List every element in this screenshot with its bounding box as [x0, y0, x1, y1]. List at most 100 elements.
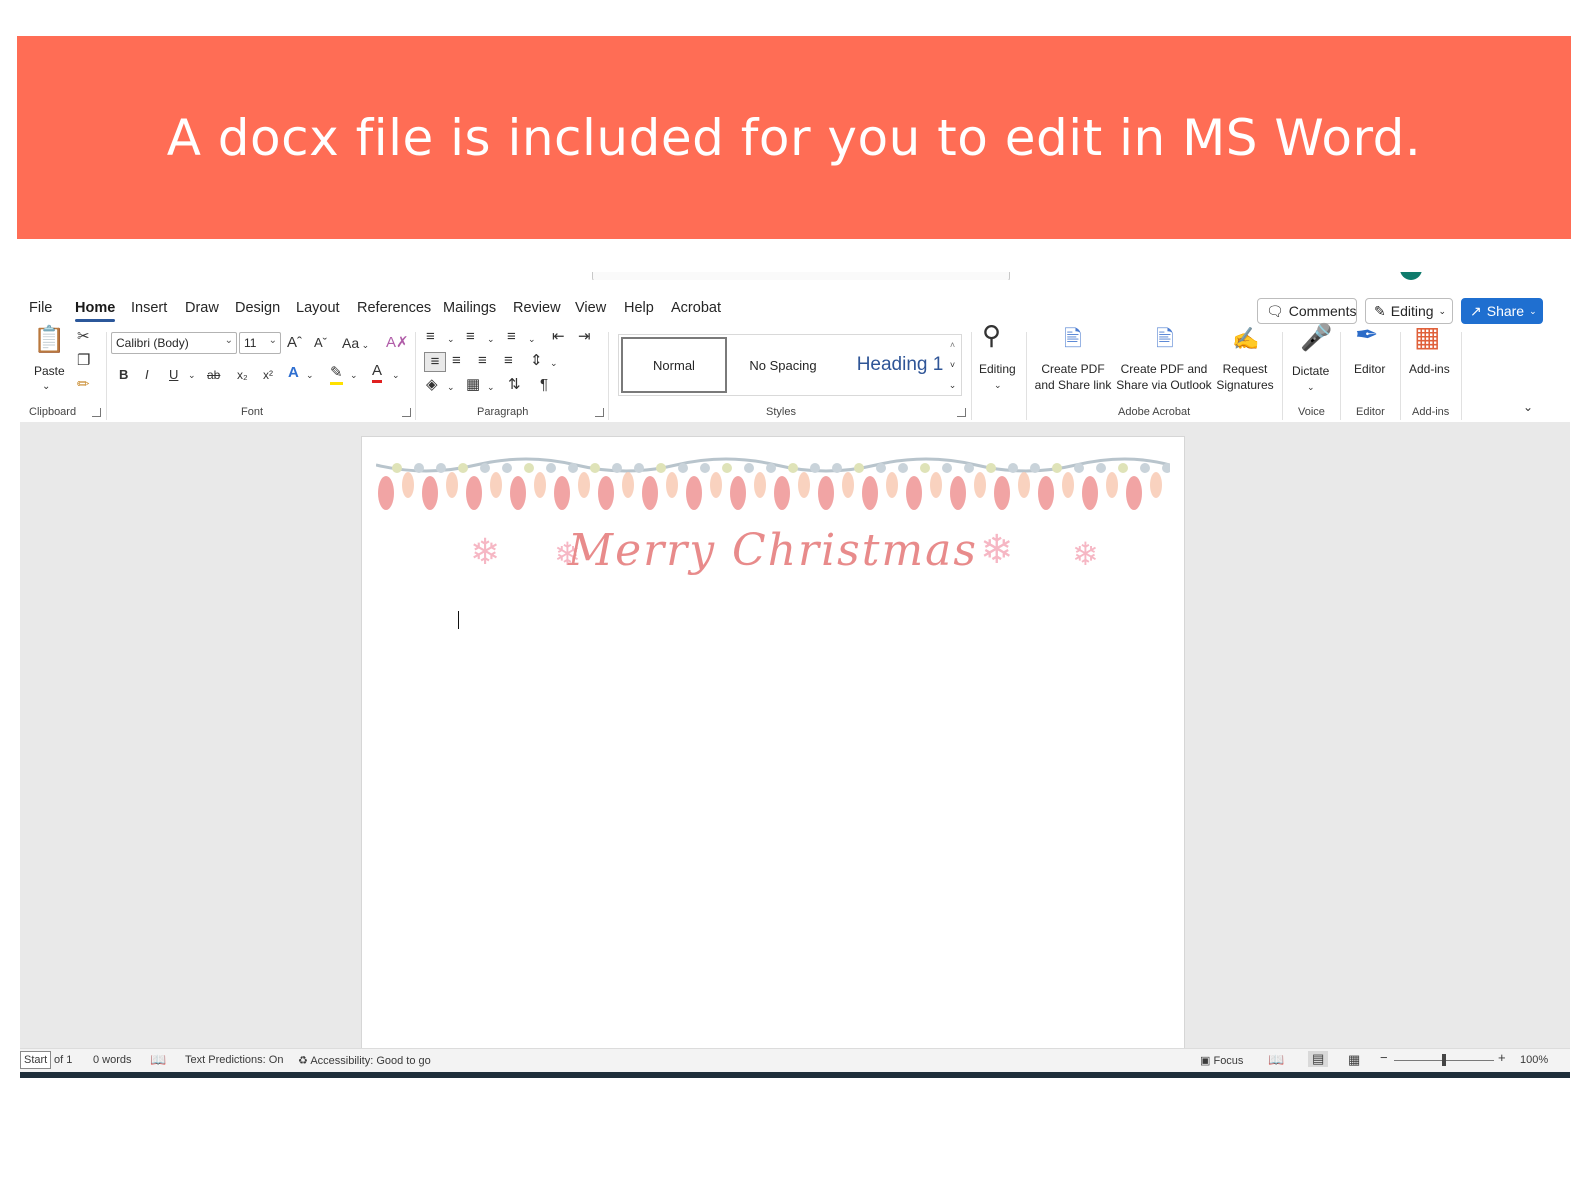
pilcrow-icon[interactable]: ¶ [540, 376, 548, 394]
chevron-down-icon[interactable]: ⌄ [447, 378, 455, 396]
chevron-down-icon[interactable]: ⌄ [188, 366, 196, 384]
subscript-icon[interactable]: x₂ [237, 366, 248, 384]
style-normal[interactable]: Normal [621, 337, 727, 393]
request-signatures-button[interactable]: Request Signatures [1216, 361, 1274, 393]
text-predictions-status[interactable]: Text Predictions: On [185, 1054, 283, 1066]
search-box[interactable] [592, 272, 1010, 280]
bullets-icon[interactable]: ≡ [426, 328, 435, 346]
shrink-font-icon[interactable]: Aˇ [314, 334, 327, 352]
tab-draw[interactable]: Draw [185, 300, 219, 316]
word-count[interactable]: 0 words [93, 1054, 132, 1066]
justify-icon[interactable]: ≡ [504, 352, 513, 370]
tab-view[interactable]: View [575, 300, 606, 316]
increase-indent-icon[interactable]: ⇥ [578, 328, 591, 346]
create-pdf-link-icon[interactable]: 🖹 [1064, 328, 1082, 350]
accessibility-status[interactable]: ♻ Accessibility: Good to go [298, 1054, 431, 1067]
style-heading-1[interactable]: Heading 1 [839, 335, 961, 395]
create-pdf-outlook-icon[interactable]: 🖹 [1156, 328, 1174, 350]
clear-formatting-icon[interactable]: A✗ [386, 334, 409, 352]
change-case-button[interactable]: Aa ⌄ [342, 334, 369, 354]
dictate-button[interactable]: Dictate [1292, 363, 1329, 379]
create-pdf-outlook-button[interactable]: Create PDF and Share via Outlook [1116, 361, 1212, 393]
align-left-icon[interactable]: ≡ [424, 352, 446, 372]
grow-font-icon[interactable]: Aˆ [287, 334, 302, 352]
chevron-up-icon[interactable]: ˄ [944, 335, 961, 355]
tab-references[interactable]: References [357, 300, 431, 316]
decrease-indent-icon[interactable]: ⇤ [552, 328, 565, 346]
avatar[interactable] [1400, 272, 1422, 280]
paragraph-launcher-icon[interactable] [595, 408, 604, 417]
proofing-icon[interactable]: 📖 [150, 1052, 166, 1068]
format-painter-icon[interactable]: ✏ [77, 376, 90, 394]
tab-design[interactable]: Design [235, 300, 280, 316]
tab-review[interactable]: Review [513, 300, 561, 316]
font-launcher-icon[interactable] [402, 408, 411, 417]
copy-icon[interactable]: ❐ [77, 352, 90, 370]
font-family-select[interactable]: Calibri (Body) ⌄ [111, 332, 237, 354]
chevron-down-icon[interactable]: ⌄ [994, 376, 1002, 394]
web-layout-icon[interactable]: ▦ [1348, 1052, 1360, 1068]
font-size-select[interactable]: 11 ⌄ [239, 332, 281, 354]
start-button[interactable]: Start [20, 1051, 52, 1069]
multilevel-list-icon[interactable]: ≡ [507, 328, 516, 346]
search-icon[interactable]: ⚲ [982, 322, 1001, 348]
focus-button[interactable]: ▣ Focus [1200, 1054, 1243, 1067]
underline-icon[interactable]: U [169, 366, 178, 384]
styles-scroll[interactable]: ˄ ˅ ⌄ [944, 334, 962, 396]
addins-button[interactable]: Add-ins [1409, 361, 1450, 377]
tab-mailings[interactable]: Mailings [443, 300, 496, 316]
microphone-icon[interactable]: 🎤 [1300, 324, 1332, 350]
zoom-out-icon[interactable]: − [1380, 1050, 1388, 1065]
chevron-down-icon[interactable]: ⌄ [350, 366, 358, 384]
tab-layout[interactable]: Layout [296, 300, 340, 316]
create-pdf-share-link-button[interactable]: Create PDF and Share link [1034, 361, 1112, 393]
read-mode-icon[interactable]: 📖 [1268, 1052, 1284, 1068]
tab-insert[interactable]: Insert [131, 300, 167, 316]
line-spacing-icon[interactable]: ⇕ [530, 352, 543, 370]
cut-icon[interactable]: ✂ [77, 328, 90, 346]
numbering-icon[interactable]: ≡ [466, 328, 475, 346]
chevron-down-icon[interactable]: ⌄ [487, 330, 495, 348]
font-color-icon[interactable]: A [372, 362, 383, 383]
zoom-slider-thumb[interactable] [1442, 1054, 1446, 1066]
chevron-down-icon[interactable]: ⌄ [306, 366, 314, 384]
strikethrough-icon[interactable]: ab [207, 366, 220, 384]
shading-icon[interactable]: ◈ [426, 376, 438, 394]
chevron-down-icon[interactable]: ⌄ [487, 378, 495, 396]
clipboard-launcher-icon[interactable] [92, 408, 101, 417]
signature-icon[interactable]: ✍ [1232, 328, 1259, 350]
zoom-in-icon[interactable]: + [1498, 1050, 1506, 1065]
chevron-down-icon[interactable]: ⌄ [42, 378, 50, 396]
chevron-down-icon[interactable]: ⌄ [392, 366, 400, 384]
editing-button[interactable]: Editing [979, 361, 1016, 377]
document-page[interactable]: ❄ ❄ ❄ ❄ Merry Christmas [362, 437, 1184, 1077]
share-button[interactable]: ↗ Share ⌄ [1461, 298, 1543, 324]
collapse-ribbon-icon[interactable]: ⌄ [1523, 398, 1533, 416]
tab-acrobat[interactable]: Acrobat [671, 300, 721, 316]
comments-button[interactable]: 🗨 Comments [1257, 298, 1357, 324]
chevron-down-icon[interactable]: ⌄ [1307, 378, 1315, 396]
editor-pen-icon[interactable]: ✒ [1355, 321, 1378, 349]
page-count[interactable]: of 1 [54, 1054, 72, 1066]
style-no-spacing[interactable]: No Spacing [729, 335, 837, 395]
more-styles-icon[interactable]: ⌄ [944, 375, 961, 395]
chevron-down-icon[interactable]: ⌄ [528, 330, 536, 348]
paste-button[interactable]: Paste [34, 363, 65, 379]
styles-launcher-icon[interactable] [957, 408, 966, 417]
bold-icon[interactable]: B [119, 366, 128, 384]
chevron-down-icon[interactable]: ˅ [944, 355, 961, 375]
borders-icon[interactable]: ▦ [466, 376, 480, 394]
editor-button[interactable]: Editor [1354, 361, 1385, 377]
print-layout-icon[interactable]: ▤ [1308, 1051, 1329, 1067]
sort-icon[interactable]: ⇅ [508, 376, 521, 394]
chevron-down-icon[interactable]: ⌄ [447, 330, 455, 348]
text-effects-icon[interactable]: A [288, 364, 299, 382]
tab-file[interactable]: File [29, 300, 52, 316]
superscript-icon[interactable]: x² [263, 366, 273, 384]
align-center-icon[interactable]: ≡ [452, 352, 461, 370]
tab-help[interactable]: Help [624, 300, 654, 316]
highlight-icon[interactable]: ✎ [330, 364, 343, 385]
tab-home[interactable]: Home [75, 300, 116, 322]
paste-icon[interactable]: 📋 [33, 326, 65, 360]
zoom-level[interactable]: 100% [1520, 1054, 1548, 1066]
